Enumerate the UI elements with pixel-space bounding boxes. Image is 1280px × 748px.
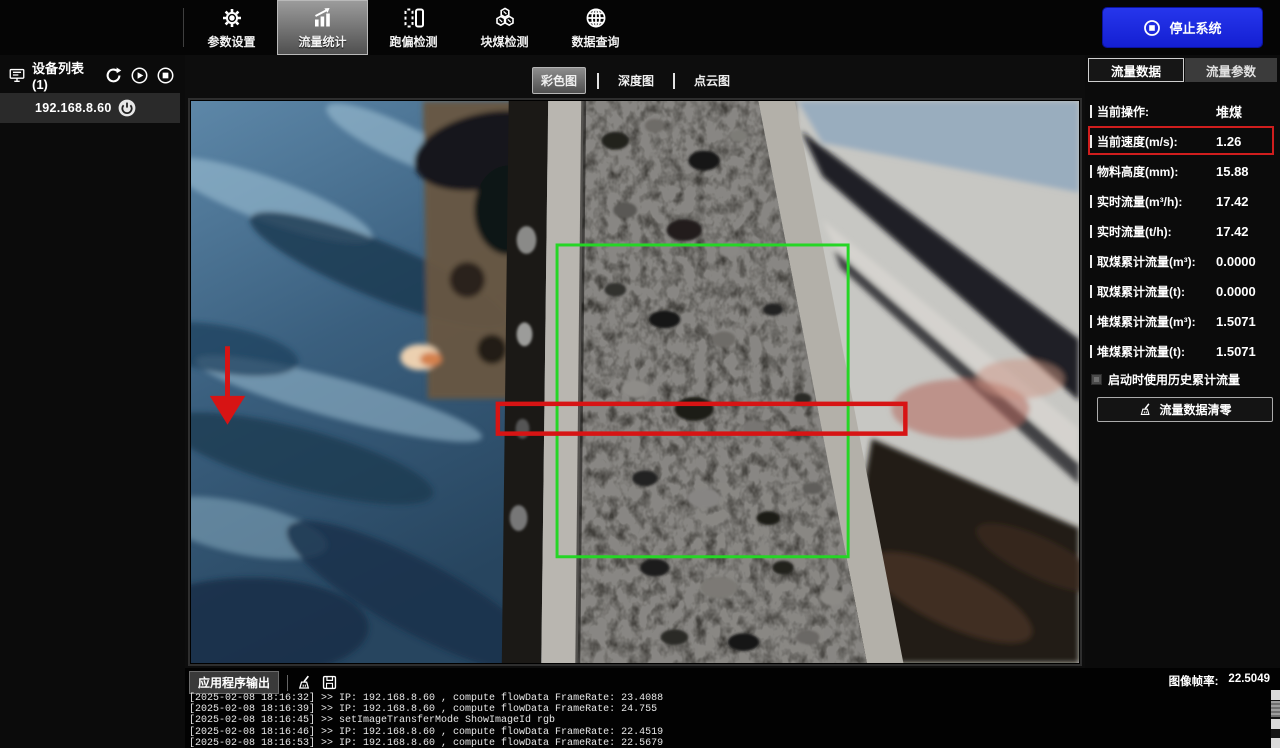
log-line: [2025-02-08 18:16:32] >> IP: 192.168.8.6… <box>189 693 663 704</box>
log-line: [2025-02-08 18:16:39] >> IP: 192.168.8.6… <box>189 704 663 715</box>
log-lines[interactable]: [2025-02-08 18:16:32] >> IP: 192.168.8.6… <box>189 693 663 748</box>
scroll-thumb[interactable] <box>1271 701 1280 717</box>
row-material-height: 物料高度(mm): 15.88 <box>1090 156 1276 186</box>
row-marker <box>1090 225 1092 238</box>
deviation-icon <box>402 6 426 30</box>
log-title: 应用程序输出 <box>189 671 279 694</box>
row-stack-total-t: 堆煤累计流量(t): 1.5071 <box>1090 336 1276 366</box>
row-take-total-m3: 取煤累计流量(m³): 0.0000 <box>1090 246 1276 276</box>
row-marker <box>1090 135 1092 148</box>
toolbar-item-label: 参数设置 <box>207 33 255 50</box>
log-panel: 应用程序输出 [2025-02-08 18:16:32] >> IP: 192.… <box>185 668 1280 748</box>
scroll-down-button[interactable] <box>1271 738 1280 748</box>
toolbar-item-data-query[interactable]: 数据查询 <box>550 0 641 55</box>
clear-button-label: 流量数据清零 <box>1159 401 1231 418</box>
device-list-icon <box>8 66 26 84</box>
row-marker <box>1090 285 1092 298</box>
checkbox-label: 启动时使用历史累计流量 <box>1108 371 1240 388</box>
conveyor-camera-feed <box>191 101 1079 663</box>
flow-panel: 流量数据 流量参数 当前操作: 堆煤 当前速度(m/s): 1.26 物料高度(… <box>1085 55 1280 668</box>
flow-data-rows: 当前操作: 堆煤 当前速度(m/s): 1.26 物料高度(mm): 15.88… <box>1090 96 1276 366</box>
device-power-icon[interactable] <box>116 97 138 119</box>
row-realtime-flow-t: 实时流量(t/h): 17.42 <box>1090 216 1276 246</box>
row-current-operation: 当前操作: 堆煤 <box>1090 96 1276 126</box>
row-marker <box>1090 195 1092 208</box>
camera-image <box>188 98 1082 666</box>
row-marker <box>1090 105 1092 118</box>
toolbar-item-params[interactable]: 参数设置 <box>186 0 277 55</box>
save-log-icon[interactable] <box>321 674 338 691</box>
row-marker <box>1090 165 1092 178</box>
toolbar-item-flow-stats[interactable]: 流量统计 <box>277 0 368 55</box>
log-line: [2025-02-08 18:16:53] >> IP: 192.168.8.6… <box>189 738 663 748</box>
flow-chart-icon <box>311 6 335 30</box>
toolbar-items: 参数设置 流量统计 <box>186 0 641 55</box>
log-line: [2025-02-08 18:16:45] >> setImageTransfe… <box>189 715 663 726</box>
row-marker <box>1090 255 1092 268</box>
toolbar-item-label: 跑偏检测 <box>389 33 437 50</box>
image-mode-tabs: 彩色图 深度图 点云图 <box>185 67 1085 94</box>
checkbox-icon[interactable] <box>1091 374 1102 385</box>
log-scrollbar[interactable] <box>1271 690 1280 748</box>
stop-system-label: 停止系统 <box>1169 18 1221 37</box>
start-all-icon[interactable] <box>130 66 149 85</box>
tab-flow-params[interactable]: 流量参数 <box>1185 58 1277 82</box>
stop-all-icon[interactable] <box>156 66 175 85</box>
toolbar-item-deviation[interactable]: 跑偏检测 <box>368 0 459 55</box>
scroll-up-button[interactable] <box>1271 690 1280 700</box>
scroll-mid-button[interactable] <box>1271 719 1280 729</box>
broom-icon <box>1138 402 1153 417</box>
row-realtime-flow-m3: 实时流量(m³/h): 17.42 <box>1090 186 1276 216</box>
tab-separator <box>597 73 599 89</box>
device-list-actions <box>104 66 175 85</box>
coal-lumps-icon <box>493 6 517 30</box>
refresh-icon[interactable] <box>104 66 123 85</box>
toolbar-item-coal-detect[interactable]: 块煤检测 <box>459 0 550 55</box>
framerate-label: 图像帧率: <box>1169 673 1219 689</box>
gear-icon <box>220 6 244 30</box>
image-viewer: 彩色图 深度图 点云图 <box>185 55 1085 668</box>
log-line: [2025-02-08 18:16:46] >> IP: 192.168.8.6… <box>189 727 663 738</box>
app-window: 参数设置 流量统计 <box>0 0 1280 748</box>
stop-system-button[interactable]: 停止系统 <box>1103 8 1262 47</box>
tab-depth-image[interactable]: 深度图 <box>610 68 662 93</box>
log-separator <box>287 675 288 691</box>
clear-log-icon[interactable] <box>296 674 313 691</box>
top-toolbar: 参数设置 流量统计 <box>0 0 1280 55</box>
row-stack-total-m3: 堆煤累计流量(m³): 1.5071 <box>1090 306 1276 336</box>
device-list-title: 设备列表(1) <box>32 58 98 92</box>
tab-separator <box>673 73 675 89</box>
device-ip: 192.168.8.60 <box>35 101 112 115</box>
clear-flow-data-button[interactable]: 流量数据清零 <box>1097 397 1273 422</box>
device-list-header: 设备列表(1) <box>8 62 175 88</box>
row-marker <box>1090 345 1092 358</box>
tab-flow-data[interactable]: 流量数据 <box>1088 58 1184 82</box>
toolbar-divider <box>183 8 184 47</box>
tab-pointcloud-image[interactable]: 点云图 <box>686 68 738 93</box>
toolbar-item-label: 块煤检测 <box>480 33 528 50</box>
tab-color-image[interactable]: 彩色图 <box>532 67 586 94</box>
device-sidebar: 设备列表(1) <box>0 55 185 748</box>
log-header: 应用程序输出 <box>189 671 338 694</box>
row-take-total-t: 取煤累计流量(t): 0.0000 <box>1090 276 1276 306</box>
toolbar-item-label: 数据查询 <box>571 33 619 50</box>
row-current-speed: 当前速度(m/s): 1.26 <box>1090 126 1276 156</box>
history-flow-checkbox-row[interactable]: 启动时使用历史累计流量 <box>1091 371 1240 388</box>
row-marker <box>1090 315 1092 328</box>
globe-icon <box>584 6 608 30</box>
framerate-value: 22.5049 <box>1228 673 1270 689</box>
stop-circle-icon <box>1143 19 1161 37</box>
toolbar-item-label: 流量统计 <box>298 33 346 50</box>
device-row[interactable]: 192.168.8.60 <box>0 93 180 123</box>
image-framerate: 图像帧率: 22.5049 <box>1169 673 1270 689</box>
